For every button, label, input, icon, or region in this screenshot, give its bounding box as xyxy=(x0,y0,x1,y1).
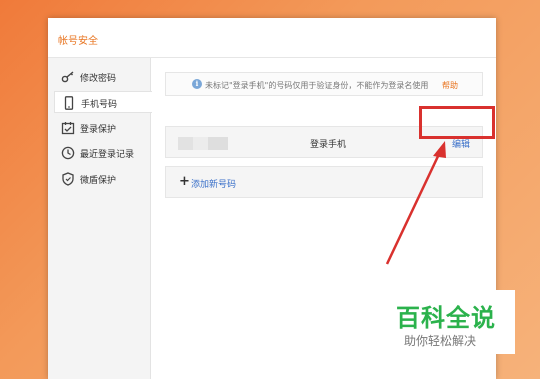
watermark-title: 百科全说 xyxy=(396,304,496,332)
watermark-subtitle: 助你轻松解决 xyxy=(404,334,477,348)
watermark: 百科全说 助你轻松解决 xyxy=(384,290,515,354)
